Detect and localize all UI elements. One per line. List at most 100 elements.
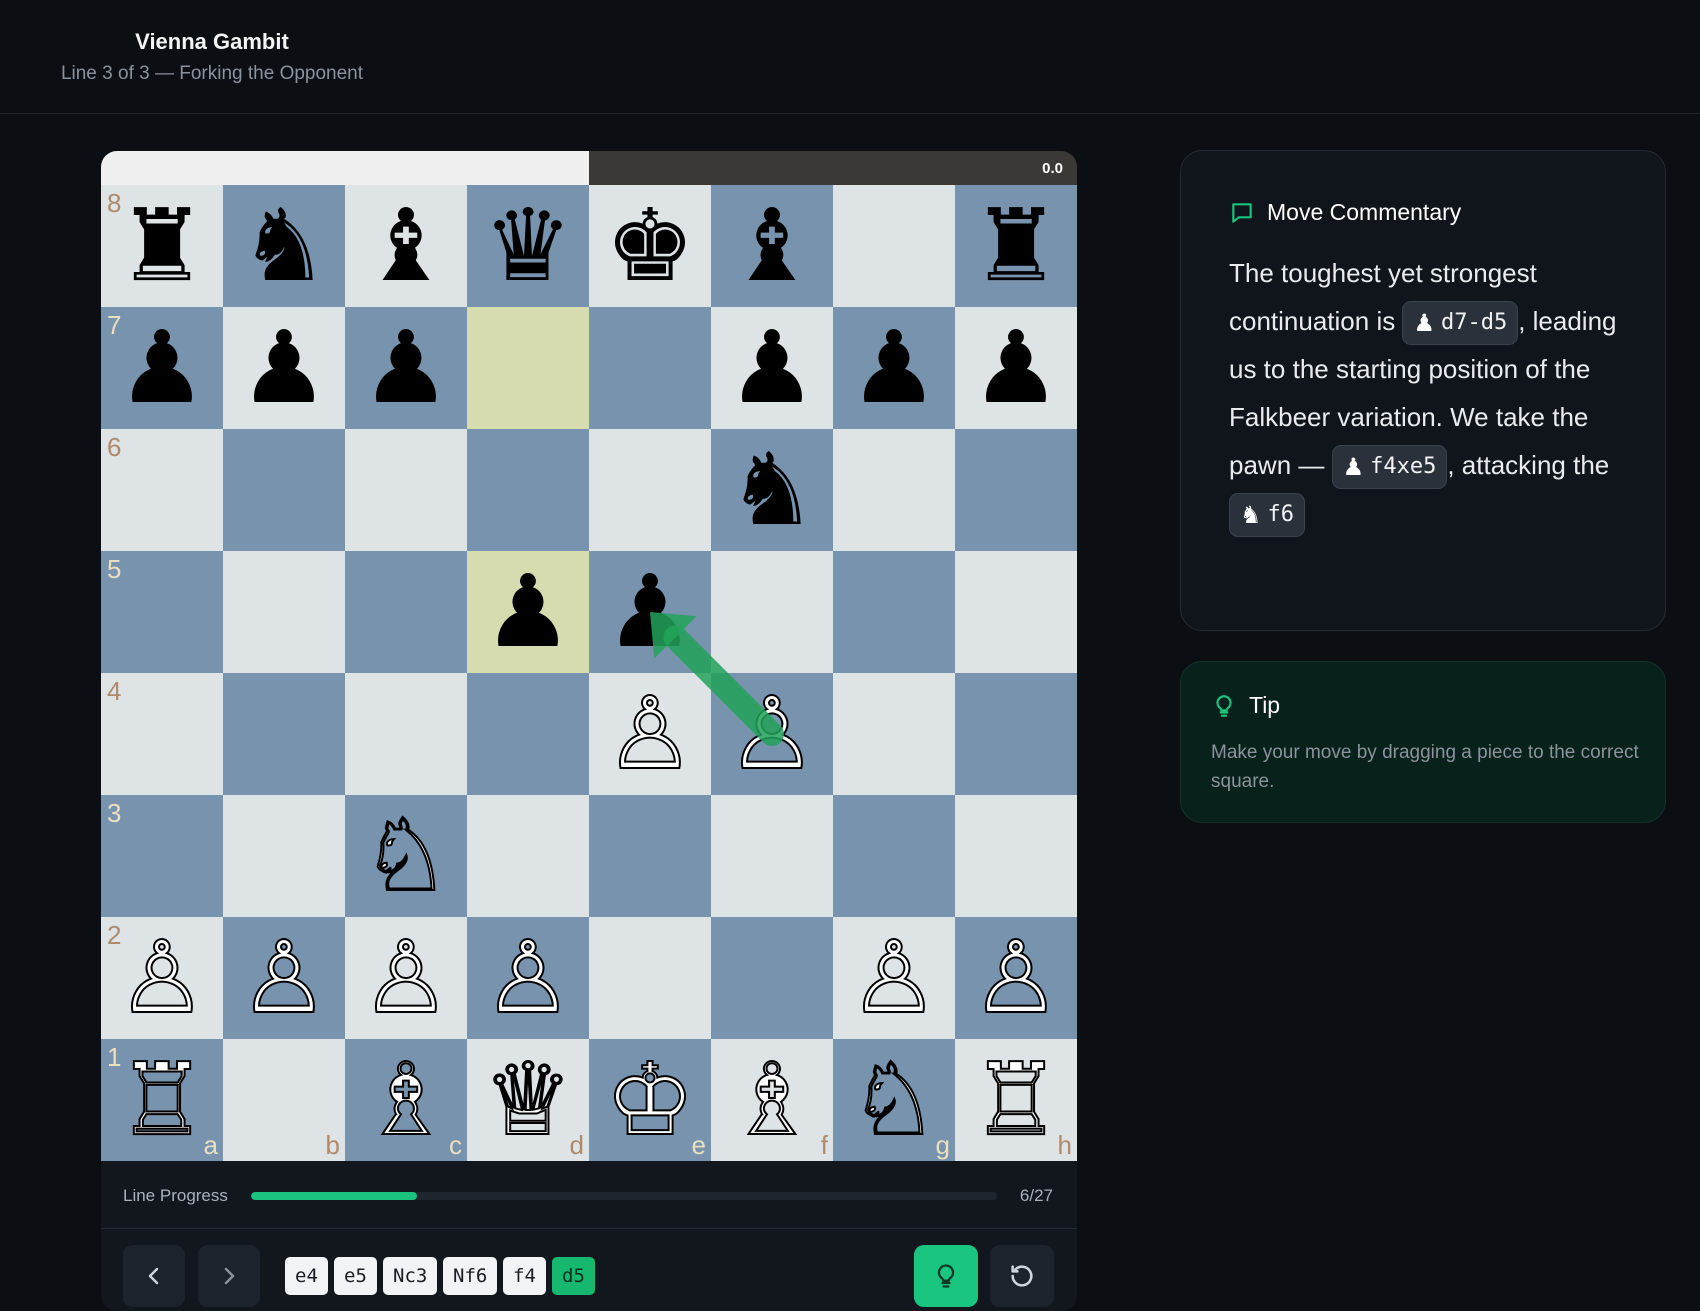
- square-b2[interactable]: ♙: [223, 917, 345, 1039]
- square-b4[interactable]: [223, 673, 345, 795]
- black-pawn-icon[interactable]: ♟: [589, 551, 711, 673]
- square-f8[interactable]: ♝: [711, 185, 833, 307]
- square-h2[interactable]: ♙: [955, 917, 1077, 1039]
- white-knight-icon[interactable]: ♘: [345, 795, 467, 917]
- square-c4[interactable]: [345, 673, 467, 795]
- square-b3[interactable]: [223, 795, 345, 917]
- square-e1[interactable]: e ♔: [589, 1039, 711, 1161]
- square-f2[interactable]: [711, 917, 833, 1039]
- black-knight-icon[interactable]: ♞: [223, 185, 345, 307]
- black-bishop-icon[interactable]: ♝: [711, 185, 833, 307]
- next-move-button[interactable]: [198, 1245, 260, 1307]
- square-g4[interactable]: [833, 673, 955, 795]
- square-a2[interactable]: 2 ♙: [101, 917, 223, 1039]
- square-e3[interactable]: [589, 795, 711, 917]
- white-pawn-icon[interactable]: ♙: [711, 673, 833, 795]
- square-f6[interactable]: ♞: [711, 429, 833, 551]
- white-queen-icon[interactable]: ♕: [467, 1039, 589, 1161]
- move-chip[interactable]: f4: [503, 1257, 546, 1295]
- square-a4[interactable]: 4: [101, 673, 223, 795]
- square-h1[interactable]: h ♖: [955, 1039, 1077, 1161]
- square-d7[interactable]: [467, 307, 589, 429]
- square-b5[interactable]: [223, 551, 345, 673]
- square-a8[interactable]: 8 ♜: [101, 185, 223, 307]
- square-f4[interactable]: ♙: [711, 673, 833, 795]
- white-pawn-icon[interactable]: ♙: [101, 917, 223, 1039]
- white-knight-icon[interactable]: ♘: [833, 1039, 955, 1161]
- square-b6[interactable]: [223, 429, 345, 551]
- square-c3[interactable]: ♘: [345, 795, 467, 917]
- square-g1[interactable]: g ♘: [833, 1039, 955, 1161]
- square-f3[interactable]: [711, 795, 833, 917]
- white-pawn-icon[interactable]: ♙: [955, 917, 1077, 1039]
- square-d2[interactable]: ♙: [467, 917, 589, 1039]
- square-a5[interactable]: 5: [101, 551, 223, 673]
- square-e8[interactable]: ♚: [589, 185, 711, 307]
- square-a6[interactable]: 6: [101, 429, 223, 551]
- black-knight-icon[interactable]: ♞: [711, 429, 833, 551]
- square-b7[interactable]: ♟: [223, 307, 345, 429]
- previous-move-button[interactable]: [123, 1245, 185, 1307]
- square-d8[interactable]: ♛: [467, 185, 589, 307]
- black-pawn-icon[interactable]: ♟: [467, 551, 589, 673]
- square-d1[interactable]: d ♕: [467, 1039, 589, 1161]
- square-g8[interactable]: [833, 185, 955, 307]
- square-e4[interactable]: ♙: [589, 673, 711, 795]
- reset-button[interactable]: [990, 1245, 1054, 1307]
- square-c6[interactable]: [345, 429, 467, 551]
- black-queen-icon[interactable]: ♛: [467, 185, 589, 307]
- square-h5[interactable]: [955, 551, 1077, 673]
- square-c8[interactable]: ♝: [345, 185, 467, 307]
- square-e6[interactable]: [589, 429, 711, 551]
- square-h7[interactable]: ♟: [955, 307, 1077, 429]
- square-e7[interactable]: [589, 307, 711, 429]
- square-c7[interactable]: ♟: [345, 307, 467, 429]
- square-f7[interactable]: ♟: [711, 307, 833, 429]
- square-c2[interactable]: ♙: [345, 917, 467, 1039]
- square-a7[interactable]: 7 ♟: [101, 307, 223, 429]
- move-chip-f4xe5[interactable]: ♟ f4xe5: [1331, 445, 1448, 490]
- square-g7[interactable]: ♟: [833, 307, 955, 429]
- move-chip[interactable]: e4: [285, 1257, 328, 1295]
- square-h4[interactable]: [955, 673, 1077, 795]
- black-pawn-icon[interactable]: ♟: [955, 307, 1077, 429]
- square-f5[interactable]: [711, 551, 833, 673]
- square-g5[interactable]: [833, 551, 955, 673]
- black-pawn-icon[interactable]: ♟: [345, 307, 467, 429]
- square-d5[interactable]: ♟: [467, 551, 589, 673]
- white-bishop-icon[interactable]: ♗: [711, 1039, 833, 1161]
- square-a3[interactable]: 3: [101, 795, 223, 917]
- white-bishop-icon[interactable]: ♗: [345, 1039, 467, 1161]
- square-e2[interactable]: [589, 917, 711, 1039]
- square-h8[interactable]: ♜: [955, 185, 1077, 307]
- black-pawn-icon[interactable]: ♟: [101, 307, 223, 429]
- square-f1[interactable]: f ♗: [711, 1039, 833, 1161]
- white-pawn-icon[interactable]: ♙: [467, 917, 589, 1039]
- black-rook-icon[interactable]: ♜: [955, 185, 1077, 307]
- square-c5[interactable]: [345, 551, 467, 673]
- square-d4[interactable]: [467, 673, 589, 795]
- chess-board[interactable]: 8 ♜ ♞ ♝ ♛ ♚ ♝ ♜ 7 ♟ ♟ ♟ ♟ ♟ ♟ 6 ♞ 5 ♟ ♟ 4 ♙ ♙ 3 ♘ 2 ♙ ♙ ♙ ♙ ♙ ♙ 1 a ♖ b c ♗ d ♕…: [101, 185, 1077, 1161]
- white-rook-icon[interactable]: ♖: [955, 1039, 1077, 1161]
- square-g3[interactable]: [833, 795, 955, 917]
- black-bishop-icon[interactable]: ♝: [345, 185, 467, 307]
- move-chip[interactable]: Nc3: [383, 1257, 438, 1295]
- move-chip-d7-d5[interactable]: ♟ d7-d5: [1402, 301, 1519, 346]
- square-b8[interactable]: ♞: [223, 185, 345, 307]
- hint-button[interactable]: [914, 1245, 978, 1307]
- black-pawn-icon[interactable]: ♟: [833, 307, 955, 429]
- square-c1[interactable]: c ♗: [345, 1039, 467, 1161]
- white-pawn-icon[interactable]: ♙: [833, 917, 955, 1039]
- square-d6[interactable]: [467, 429, 589, 551]
- black-king-icon[interactable]: ♚: [589, 185, 711, 307]
- square-g2[interactable]: ♙: [833, 917, 955, 1039]
- black-rook-icon[interactable]: ♜: [101, 185, 223, 307]
- white-pawn-icon[interactable]: ♙: [589, 673, 711, 795]
- square-h3[interactable]: [955, 795, 1077, 917]
- black-pawn-icon[interactable]: ♟: [711, 307, 833, 429]
- square-e5[interactable]: ♟: [589, 551, 711, 673]
- move-chip[interactable]: e5: [334, 1257, 377, 1295]
- move-chip[interactable]: d5: [552, 1257, 595, 1295]
- square-g6[interactable]: [833, 429, 955, 551]
- black-pawn-icon[interactable]: ♟: [223, 307, 345, 429]
